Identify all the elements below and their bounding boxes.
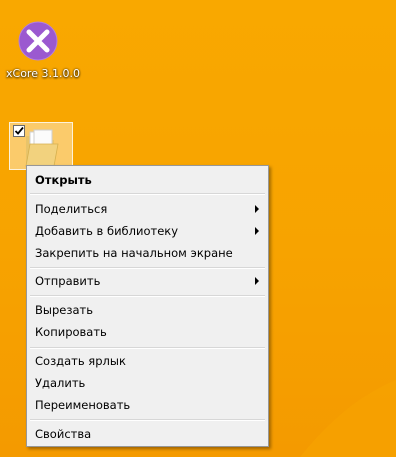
menu-item-label: Удалить xyxy=(35,376,86,390)
menu-item-label: Отправить xyxy=(35,274,101,288)
menu-item-label: Закрепить на начальном экране xyxy=(35,246,233,260)
menu-item-copy[interactable]: Копировать xyxy=(29,321,266,343)
menu-item-label: Добавить в библиотеку xyxy=(35,224,179,238)
menu-item-label: Поделиться xyxy=(35,202,108,216)
menu-item-delete[interactable]: Удалить xyxy=(29,372,266,394)
menu-item-send-to[interactable]: Отправить xyxy=(29,270,266,292)
menu-item-label: Вырезать xyxy=(35,303,93,317)
checkmark-icon xyxy=(14,126,24,135)
menu-item-open[interactable]: Открыть xyxy=(29,169,266,191)
menu-item-add-to-library[interactable]: Добавить в библиотеку xyxy=(29,220,266,242)
context-menu: Открыть Поделиться Добавить в библиотеку… xyxy=(26,165,269,447)
menu-item-cut[interactable]: Вырезать xyxy=(29,299,266,321)
menu-item-label: Копировать xyxy=(35,325,107,339)
submenu-arrow-icon xyxy=(255,205,259,213)
desktop[interactable]: xCore 3.1.0.0 Открыть Поделиться Добавит… xyxy=(0,0,396,457)
xcore-logo-icon xyxy=(18,21,58,61)
desktop-icon-folder[interactable] xyxy=(9,122,73,170)
menu-item-label: Свойства xyxy=(35,427,92,441)
desktop-icon-label: xCore 3.1.0.0 xyxy=(6,67,80,80)
menu-item-pin-to-start[interactable]: Закрепить на начальном экране xyxy=(29,242,266,264)
menu-item-label: Переименовать xyxy=(35,398,131,412)
menu-item-label: Открыть xyxy=(35,173,92,187)
menu-separator xyxy=(30,419,265,421)
menu-separator xyxy=(30,193,265,195)
submenu-arrow-icon xyxy=(255,277,259,285)
menu-item-label: Создать ярлык xyxy=(35,354,126,368)
menu-separator xyxy=(30,347,265,349)
menu-item-create-shortcut[interactable]: Создать ярлык xyxy=(29,350,266,372)
desktop-icon-xcore[interactable]: xCore 3.1.0.0 xyxy=(6,18,80,86)
menu-item-properties[interactable]: Свойства xyxy=(29,423,266,445)
menu-item-share[interactable]: Поделиться xyxy=(29,198,266,220)
menu-separator xyxy=(30,267,265,269)
folder-icon xyxy=(25,129,59,167)
submenu-arrow-icon xyxy=(255,227,259,235)
menu-separator xyxy=(30,295,265,297)
menu-item-rename[interactable]: Переименовать xyxy=(29,394,266,416)
